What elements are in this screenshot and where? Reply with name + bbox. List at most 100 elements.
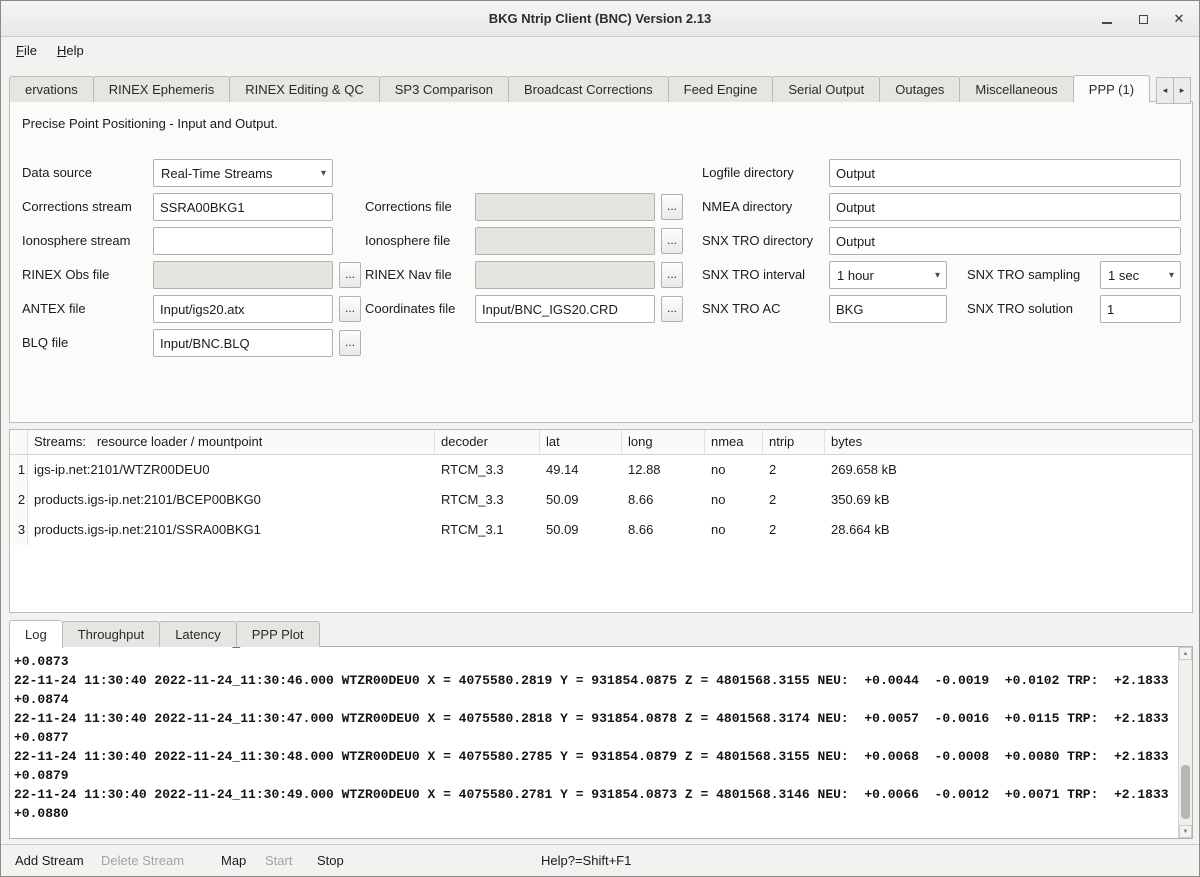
ionosphere-stream-input[interactable]: [153, 227, 333, 255]
map-button[interactable]: Map: [221, 845, 246, 876]
blq-file-browse-button[interactable]: ...: [339, 330, 361, 356]
tab-miscellaneous[interactable]: Miscellaneous: [959, 76, 1073, 102]
row-number[interactable]: 1: [10, 455, 28, 485]
bytes-cell[interactable]: 350.69 kB: [825, 485, 1192, 515]
stop-button[interactable]: Stop: [317, 845, 344, 876]
rinex-nav-file-label: RINEX Nav file: [365, 261, 452, 289]
log-lines: 22-11-24 11:30:40 2022-11-24_11:30:45.00…: [10, 647, 1178, 823]
long-cell[interactable]: 8.66: [622, 485, 705, 515]
tab-throughput[interactable]: Throughput: [62, 621, 161, 647]
table-row[interactable]: 2 products.igs-ip.net:2101/BCEP00BKG0 RT…: [10, 485, 1192, 515]
ionosphere-file-input: [475, 227, 655, 255]
decoder-cell[interactable]: RTCM_3.3: [435, 455, 540, 485]
menu-help[interactable]: Help: [48, 40, 93, 61]
tab-rinex-editing-qc[interactable]: RINEX Editing & QC: [229, 76, 380, 102]
maximize-button[interactable]: [1131, 7, 1155, 31]
add-stream-button[interactable]: Add Stream: [15, 845, 84, 876]
corner-header: [10, 430, 28, 454]
mountpoint-cell[interactable]: igs-ip.net:2101/WTZR00DEU0: [28, 455, 435, 485]
logfile-directory-input[interactable]: [829, 159, 1181, 187]
minimize-button[interactable]: [1095, 7, 1119, 31]
tab-log[interactable]: Log: [9, 620, 63, 648]
antex-file-input[interactable]: [153, 295, 333, 323]
mountpoint-cell[interactable]: products.igs-ip.net:2101/BCEP00BKG0: [28, 485, 435, 515]
log-line: 22-11-24 11:30:40 2022-11-24_11:30:47.00…: [14, 709, 1178, 728]
ntrip-cell[interactable]: 2: [763, 485, 825, 515]
rinex-obs-file-label: RINEX Obs file: [22, 261, 109, 289]
antex-file-browse-button[interactable]: ...: [339, 296, 361, 322]
tab-observations[interactable]: ervations: [9, 76, 94, 102]
snx-tro-solution-input[interactable]: [1100, 295, 1181, 323]
tab-serial-output[interactable]: Serial Output: [772, 76, 880, 102]
corrections-file-browse-button[interactable]: ...: [661, 194, 683, 220]
scroll-down-button[interactable]: ▼: [1179, 825, 1192, 838]
data-source-label: Data source: [22, 159, 92, 187]
delete-stream-button: Delete Stream: [101, 845, 184, 876]
tab-ppp-plot[interactable]: PPP Plot: [236, 621, 320, 647]
snx-tro-directory-input[interactable]: [829, 227, 1181, 255]
table-row[interactable]: 3 products.igs-ip.net:2101/SSRA00BKG1 RT…: [10, 515, 1192, 545]
chevron-down-icon: ▾: [315, 168, 332, 179]
tab-outages[interactable]: Outages: [879, 76, 960, 102]
lat-cell[interactable]: 49.14: [540, 455, 622, 485]
tab-broadcast-corrections[interactable]: Broadcast Corrections: [508, 76, 669, 102]
data-source-combo[interactable]: Real-Time Streams ▾: [153, 159, 333, 187]
window-controls: ✕: [1095, 1, 1191, 37]
bytes-cell[interactable]: 269.658 kB: [825, 455, 1192, 485]
snx-tro-solution-label: SNX TRO solution: [967, 295, 1073, 323]
rinex-obs-file-browse-button[interactable]: ...: [339, 262, 361, 288]
corrections-file-label: Corrections file: [365, 193, 452, 221]
tab-scroll-right-button[interactable]: ▸: [1173, 77, 1191, 104]
nmea-column-header[interactable]: nmea: [705, 430, 763, 454]
row-number[interactable]: 3: [10, 515, 28, 545]
decoder-cell[interactable]: RTCM_3.3: [435, 485, 540, 515]
tab-latency[interactable]: Latency: [159, 621, 237, 647]
mountpoint-column-header[interactable]: Streams: resource loader / mountpoint: [28, 430, 435, 454]
menu-file[interactable]: File: [7, 40, 46, 61]
nmea-cell[interactable]: no: [705, 485, 763, 515]
coordinates-file-input[interactable]: [475, 295, 655, 323]
title-bar: BKG Ntrip Client (BNC) Version 2.13 ✕: [1, 1, 1199, 37]
snx-tro-sampling-combo[interactable]: 1 sec ▾: [1100, 261, 1181, 289]
snx-tro-ac-input[interactable]: [829, 295, 947, 323]
ionosphere-file-browse-button[interactable]: ...: [661, 228, 683, 254]
log-scrollbar[interactable]: ▲ ▼: [1178, 647, 1192, 838]
nmea-directory-input[interactable]: [829, 193, 1181, 221]
coordinates-file-browse-button[interactable]: ...: [661, 296, 683, 322]
snx-tro-interval-combo[interactable]: 1 hour ▾: [829, 261, 947, 289]
tab-feed-engine[interactable]: Feed Engine: [668, 76, 774, 102]
row-number[interactable]: 2: [10, 485, 28, 515]
table-row[interactable]: 1 igs-ip.net:2101/WTZR00DEU0 RTCM_3.3 49…: [10, 455, 1192, 485]
window-title: BKG Ntrip Client (BNC) Version 2.13: [489, 11, 711, 26]
snx-tro-interval-value: 1 hour: [830, 268, 929, 283]
close-button[interactable]: ✕: [1167, 7, 1191, 31]
long-cell[interactable]: 12.88: [622, 455, 705, 485]
bytes-column-header[interactable]: bytes: [825, 430, 1192, 454]
tab-ppp[interactable]: PPP (1): [1073, 75, 1150, 102]
blq-file-input[interactable]: [153, 329, 333, 357]
ntrip-cell[interactable]: 2: [763, 515, 825, 545]
long-cell[interactable]: 8.66: [622, 515, 705, 545]
long-column-header[interactable]: long: [622, 430, 705, 454]
nmea-cell[interactable]: no: [705, 515, 763, 545]
snx-tro-interval-label: SNX TRO interval: [702, 261, 805, 289]
mountpoint-cell[interactable]: products.igs-ip.net:2101/SSRA00BKG1: [28, 515, 435, 545]
corrections-stream-input[interactable]: [153, 193, 333, 221]
tab-scroll-left-button[interactable]: ◂: [1156, 77, 1174, 104]
chevron-right-icon: ▸: [1180, 85, 1185, 96]
logfile-directory-label: Logfile directory: [702, 159, 794, 187]
tab-sp3-comparison[interactable]: SP3 Comparison: [379, 76, 509, 102]
tab-rinex-ephemeris[interactable]: RINEX Ephemeris: [93, 76, 230, 102]
ntrip-column-header[interactable]: ntrip: [763, 430, 825, 454]
rinex-nav-file-browse-button[interactable]: ...: [661, 262, 683, 288]
decoder-cell[interactable]: RTCM_3.1: [435, 515, 540, 545]
lat-column-header[interactable]: lat: [540, 430, 622, 454]
scroll-up-button[interactable]: ▲: [1179, 647, 1192, 660]
scrollbar-thumb[interactable]: [1181, 765, 1190, 819]
decoder-column-header[interactable]: decoder: [435, 430, 540, 454]
ntrip-cell[interactable]: 2: [763, 455, 825, 485]
lat-cell[interactable]: 50.09: [540, 485, 622, 515]
lat-cell[interactable]: 50.09: [540, 515, 622, 545]
nmea-cell[interactable]: no: [705, 455, 763, 485]
bytes-cell[interactable]: 28.664 kB: [825, 515, 1192, 545]
